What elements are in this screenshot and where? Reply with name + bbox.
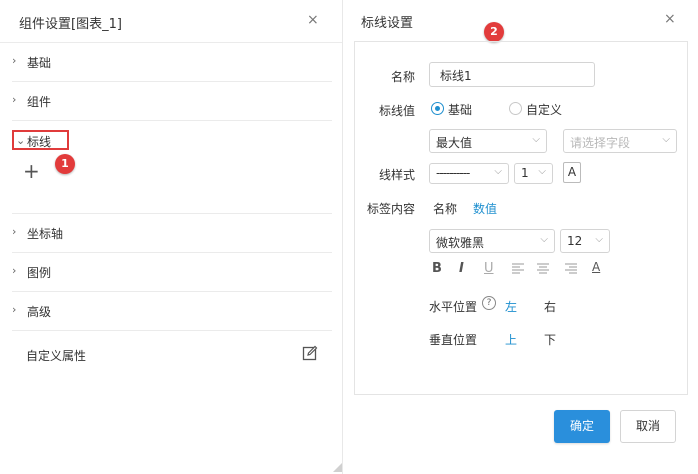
dialog-title: 标线设置 — [361, 16, 414, 31]
line-dash-select[interactable]: ---------- ⌵ — [429, 163, 509, 184]
panel-header: 组件设置[图表_1] × — [0, 0, 342, 43]
underline-button[interactable]: U — [484, 261, 494, 276]
step-badge-2: 2 — [484, 22, 504, 42]
chevron-down-icon: ⌵ — [540, 234, 548, 245]
help-icon[interactable]: ? — [482, 296, 496, 310]
section-legend[interactable]: › 图例 — [12, 253, 332, 292]
chevron-down-icon: ⌄ — [16, 134, 26, 147]
font-color-button[interactable]: A — [592, 260, 600, 274]
custom-attributes-label: 自定义属性 — [26, 349, 87, 363]
section-label: 坐标轴 — [27, 227, 64, 241]
radio-basic-label: 基础 — [448, 103, 473, 117]
section-component[interactable]: › 组件 — [12, 82, 332, 121]
v-position-bottom[interactable]: 下 — [544, 331, 556, 348]
section-advanced[interactable]: › 高级 — [12, 292, 332, 331]
resize-handle[interactable] — [333, 463, 342, 472]
h-position-left[interactable]: 左 — [505, 298, 517, 315]
chevron-right-icon: › — [12, 264, 17, 277]
field-select[interactable]: 请选择字段 ⌵ — [563, 129, 677, 153]
italic-button[interactable]: I — [459, 261, 464, 276]
font-family-select[interactable]: 微软雅黑 ⌵ — [429, 229, 555, 253]
panel-close-icon[interactable]: × — [307, 12, 319, 28]
font-size-text: 12 — [567, 234, 583, 248]
content-option-value[interactable]: 数值 — [473, 200, 497, 217]
value-select[interactable]: 最大值 ⌵ — [429, 129, 547, 153]
chevron-down-icon: ⌵ — [662, 134, 670, 145]
chevron-down-icon: ⌵ — [494, 166, 502, 177]
component-settings-panel: 组件设置[图表_1] × › 基础 › 组件 ⌄ 标线 + 1 › 坐标轴 › … — [0, 0, 343, 474]
content-option-name[interactable]: 名称 — [433, 200, 457, 217]
font-family-text: 微软雅黑 — [436, 236, 485, 250]
align-right-icon[interactable] — [565, 263, 577, 278]
chevron-right-icon: › — [12, 54, 17, 67]
chevron-down-icon: ⌵ — [595, 234, 603, 245]
name-input-value: 标线1 — [440, 69, 472, 83]
font-size-select[interactable]: 12 ⌵ — [560, 229, 610, 253]
section-label: 标线 — [27, 135, 52, 149]
radio-basic[interactable] — [431, 102, 444, 115]
value-label: 标线值 — [378, 104, 415, 118]
section-label: 图例 — [27, 266, 52, 280]
custom-attributes-row: 自定义属性 — [12, 330, 332, 380]
line-style-label: 线样式 — [378, 168, 415, 182]
ok-button[interactable]: 确定 — [554, 410, 610, 443]
chevron-right-icon: › — [12, 225, 17, 238]
dialog-close-icon[interactable]: × — [664, 11, 676, 27]
chevron-right-icon: › — [12, 303, 17, 316]
radio-custom[interactable] — [509, 102, 522, 115]
v-position-label: 垂直位置 — [429, 333, 478, 347]
chevron-down-icon: ⌵ — [532, 134, 540, 145]
line-width-select[interactable]: 1 ⌵ — [514, 163, 553, 184]
markline-settings-dialog: 标线设置 × 2 名称 标线1 标线值 基础 自定义 最大值 ⌵ 请选择字段 ⌵… — [343, 0, 698, 474]
h-position-label: 水平位置 — [429, 300, 478, 314]
cancel-button[interactable]: 取消 — [620, 410, 676, 443]
section-label: 组件 — [27, 95, 52, 109]
step-badge-1: 1 — [55, 154, 75, 174]
panel-title: 组件设置[图表_1] — [19, 17, 122, 32]
bold-button[interactable]: B — [432, 261, 442, 276]
align-center-icon[interactable] — [537, 263, 549, 278]
section-axis[interactable]: › 坐标轴 — [12, 214, 332, 253]
chevron-right-icon: › — [12, 93, 17, 106]
align-left-icon[interactable] — [512, 263, 524, 278]
name-label: 名称 — [390, 70, 415, 84]
chevron-down-icon: ⌵ — [538, 166, 546, 177]
name-input[interactable]: 标线1 — [429, 62, 595, 87]
section-label: 高级 — [27, 305, 52, 319]
line-dash-text: ---------- — [436, 166, 470, 180]
v-position-top[interactable]: 上 — [505, 331, 517, 348]
field-select-placeholder: 请选择字段 — [570, 136, 631, 150]
section-label: 基础 — [27, 56, 52, 70]
edit-icon[interactable] — [302, 345, 318, 364]
value-select-text: 最大值 — [436, 136, 473, 150]
dialog-header: 标线设置 × — [343, 0, 698, 40]
add-markline-button[interactable]: + — [23, 159, 40, 183]
label-content-label: 标签内容 — [366, 202, 415, 216]
markline-header-highlight[interactable]: ⌄ 标线 — [12, 130, 69, 150]
line-color-button[interactable]: A — [563, 162, 581, 183]
section-basic[interactable]: › 基础 — [12, 43, 332, 82]
h-position-right[interactable]: 右 — [544, 298, 556, 315]
radio-custom-label: 自定义 — [526, 103, 563, 117]
line-width-text: 1 — [521, 166, 529, 180]
dialog-content: 名称 标线1 标线值 基础 自定义 最大值 ⌵ 请选择字段 ⌵ 线样式 ----… — [354, 41, 688, 395]
